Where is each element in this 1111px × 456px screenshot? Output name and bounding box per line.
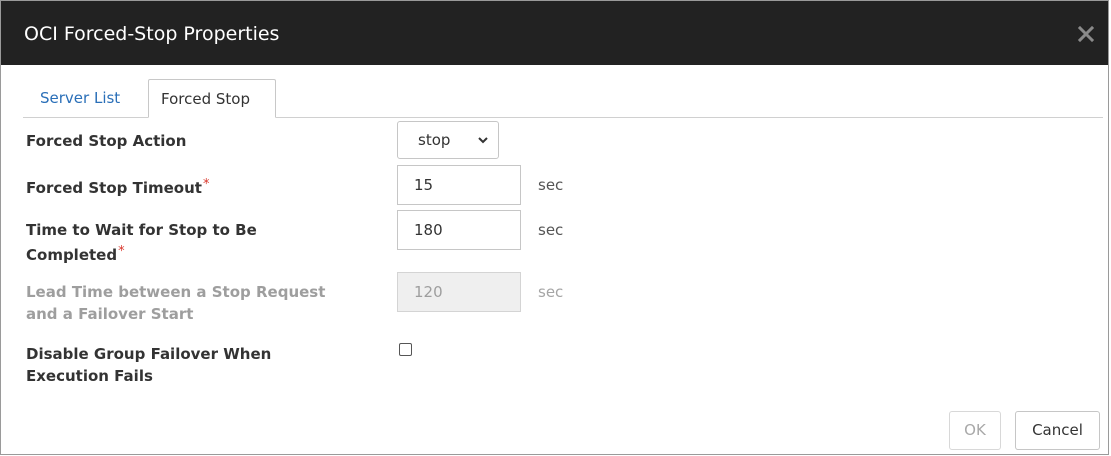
forced-stop-action-label: Forced Stop Action: [26, 132, 187, 150]
forced-stop-timeout-label: Forced Stop Timeout*: [26, 177, 210, 197]
lead-time-label: Lead Time between a Stop Request and a F…: [26, 283, 326, 323]
lead-time-input: 120: [397, 272, 521, 312]
forced-stop-timeout-input[interactable]: 15: [397, 165, 521, 205]
dialog-title: OCI Forced-Stop Properties: [24, 23, 280, 45]
tab-bar: Server List Forced Stop: [23, 79, 1103, 118]
tab-server-list[interactable]: Server List: [28, 79, 132, 117]
wait-for-stop-label: Time to Wait for Stop to Be Completed*: [26, 221, 257, 264]
cancel-button[interactable]: Cancel: [1015, 411, 1100, 450]
tab-forced-stop[interactable]: Forced Stop: [148, 79, 276, 118]
ok-button[interactable]: OK: [949, 411, 1001, 450]
disable-group-failover-label: Disable Group Failover When Execution Fa…: [26, 345, 272, 385]
wait-for-stop-unit: sec: [538, 221, 564, 239]
forced-stop-action-value: stop: [418, 131, 451, 149]
close-icon[interactable]: [1076, 24, 1096, 44]
wait-for-stop-input[interactable]: 180: [397, 210, 521, 250]
disable-group-failover-checkbox[interactable]: [399, 343, 412, 356]
chevron-down-icon: [478, 137, 488, 144]
required-mark: *: [118, 244, 125, 259]
required-mark: *: [202, 177, 210, 192]
properties-dialog: OCI Forced-Stop Properties Server List F…: [0, 0, 1109, 455]
forced-stop-timeout-unit: sec: [538, 176, 564, 194]
forced-stop-action-select[interactable]: stop: [397, 121, 499, 159]
dialog-titlebar: OCI Forced-Stop Properties: [1, 1, 1108, 65]
lead-time-unit: sec: [538, 283, 564, 301]
